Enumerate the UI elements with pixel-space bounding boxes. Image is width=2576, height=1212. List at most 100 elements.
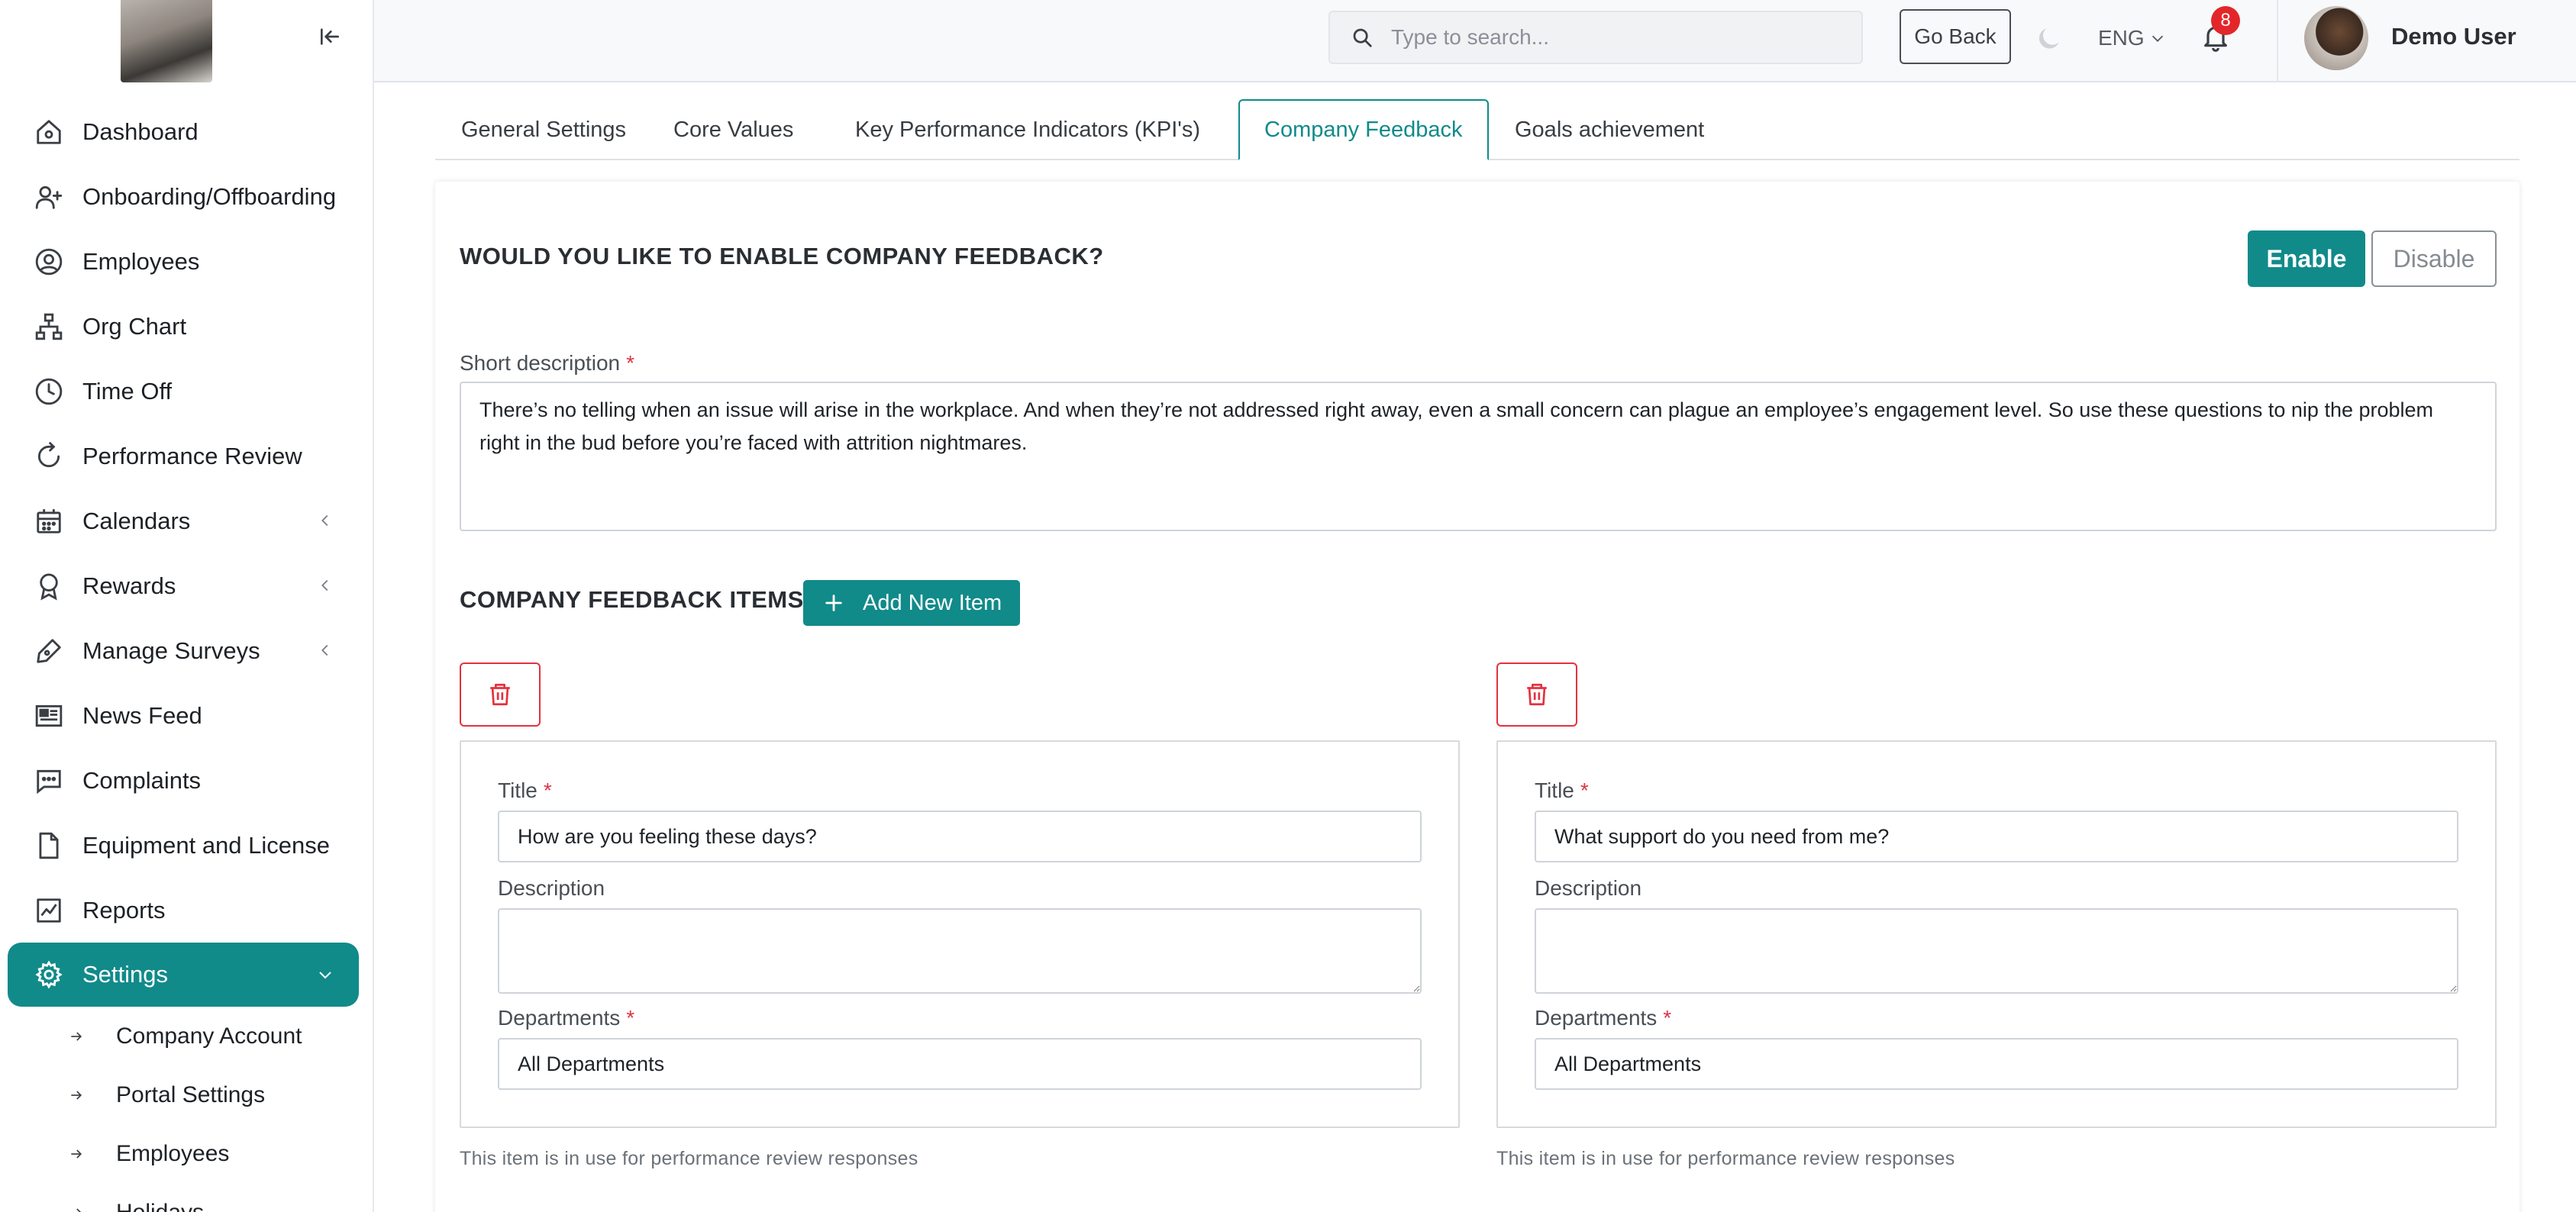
file-icon [32,829,66,862]
sidebar-subitem-label: Employees [116,1140,230,1166]
gear-icon [32,958,66,991]
tab-goals-achievement[interactable]: Goals achievement [1515,99,1704,160]
search-icon [1347,26,1377,49]
delete-item-button[interactable] [460,662,541,727]
required-asterisk: * [626,1006,635,1030]
feedback-items-title: COMPANY FEEDBACK ITEMS [460,586,804,613]
trash-icon [487,682,513,708]
chat-icon [32,764,66,798]
sidebar-item-label: Time Off [82,377,173,405]
sidebar-nav: Dashboard Onboarding/Offboarding Employe… [8,99,359,1212]
go-back-button[interactable]: Go Back [1900,9,2011,64]
award-icon [32,569,66,603]
feedback-item-card: Title * What support do you need from me?… [1496,740,2497,1128]
feedback-item-card: Title * How are you feeling these days? D… [460,740,1460,1128]
required-asterisk: * [543,778,552,802]
departments-select[interactable]: All Departments [1535,1038,2458,1090]
description-textarea[interactable] [498,908,1422,994]
sidebar-item-equipment[interactable]: Equipment and License [8,813,359,878]
required-asterisk: * [626,351,635,375]
calendar-icon [32,504,66,538]
sidebar-item-news-feed[interactable]: News Feed [8,683,359,748]
top-header: Go Back ENG 8 Demo User [374,0,2576,82]
sidebar-subitem-label: Company Account [116,1023,302,1049]
chevron-left-icon [315,575,336,596]
sidebar-item-manage-surveys[interactable]: Manage Surveys [8,618,359,683]
sidebar-item-employees[interactable]: Employees [8,229,359,294]
add-new-item-label: Add New Item [863,590,1002,615]
tab-kpis[interactable]: Key Performance Indicators (KPI's) [855,99,1200,160]
label-text: Departments [1535,1006,1658,1030]
enable-question: WOULD YOU LIKE TO ENABLE COMPANY FEEDBAC… [460,243,1104,269]
sidebar-subitem-label: Portal Settings [116,1081,266,1107]
sidebar-item-label: Calendars [82,507,191,534]
sidebar-item-settings[interactable]: Settings [8,943,359,1007]
required-asterisk: * [1580,778,1589,802]
sidebar-item-rewards[interactable]: Rewards [8,553,359,618]
description-textarea[interactable] [1535,908,2458,994]
enable-button[interactable]: Enable [2248,230,2365,287]
sidebar-item-label: Equipment and License [82,831,331,859]
disable-button[interactable]: Disable [2371,230,2497,287]
user-circle-icon [32,245,66,279]
sidebar: Dashboard Onboarding/Offboarding Employe… [0,0,374,1212]
clock-icon [32,375,66,408]
label-text: Departments [498,1006,621,1030]
trash-icon [1524,682,1550,708]
usage-note: This item is in use for performance revi… [1496,1148,1955,1169]
sidebar-item-label: Rewards [82,572,176,599]
avatar[interactable] [2304,6,2368,70]
sidebar-item-dashboard[interactable]: Dashboard [8,99,359,164]
departments-select[interactable]: All Departments [498,1038,1422,1090]
delete-item-button[interactable] [1496,662,1577,727]
user-plus-icon [32,180,66,214]
sidebar-subitem-company-account[interactable]: Company Account [8,1007,359,1065]
description-label: Description [1535,876,1642,900]
sidebar-item-label: Dashboard [82,118,199,145]
company-logo [121,0,212,82]
tab-core-values[interactable]: Core Values [673,99,793,160]
collapse-sidebar-icon[interactable] [315,21,345,52]
header-divider [2277,0,2278,82]
org-chart-icon [32,310,66,343]
sidebar-item-label: News Feed [82,701,202,729]
add-new-item-button[interactable]: Add New Item [803,580,1020,626]
settings-tabs: General Settings Core Values Key Perform… [435,99,2520,160]
plus-icon [820,589,847,617]
sidebar-item-performance-review[interactable]: Performance Review [8,424,359,488]
tab-company-feedback[interactable]: Company Feedback [1238,99,1489,160]
sidebar-item-reports[interactable]: Reports [8,878,359,943]
sidebar-subitem-holidays[interactable]: Holidays [8,1183,359,1212]
departments-label: Departments * [1535,1006,1671,1030]
sidebar-item-onboarding[interactable]: Onboarding/Offboarding [8,164,359,229]
arrow-right-icon [61,1088,92,1103]
sidebar-item-label: Performance Review [82,442,302,469]
sidebar-item-label: Settings [82,961,169,988]
chevron-down-icon [2149,30,2166,47]
tab-general-settings[interactable]: General Settings [461,99,626,160]
search-box[interactable] [1328,11,1863,64]
sidebar-subitem-portal-settings[interactable]: Portal Settings [8,1065,359,1124]
sidebar-item-calendars[interactable]: Calendars [8,488,359,553]
user-name[interactable]: Demo User [2391,23,2516,50]
sidebar-item-time-off[interactable]: Time Off [8,359,359,424]
pen-icon [32,634,66,668]
sidebar-item-complaints[interactable]: Complaints [8,748,359,813]
label-text: Title [1535,778,1574,802]
title-input[interactable]: What support do you need from me? [1535,811,2458,862]
company-feedback-card: WOULD YOU LIKE TO ENABLE COMPANY FEEDBAC… [435,182,2520,1212]
newspaper-icon [32,699,66,733]
short-description-field[interactable]: There’s no telling when an issue will ar… [460,382,2497,531]
required-asterisk: * [1663,1006,1672,1030]
home-icon [32,115,66,149]
title-input[interactable]: How are you feeling these days? [498,811,1422,862]
label-text: Title [498,778,537,802]
search-input[interactable] [1391,25,1849,50]
moon-icon[interactable] [2032,21,2066,55]
sidebar-item-org-chart[interactable]: Org Chart [8,294,359,359]
sidebar-subitem-employees[interactable]: Employees [8,1124,359,1183]
short-description-label: Short description * [460,351,634,376]
language-selector[interactable]: ENG [2098,23,2166,53]
arrow-right-icon [61,1205,92,1212]
sidebar-item-label: Reports [82,896,166,924]
